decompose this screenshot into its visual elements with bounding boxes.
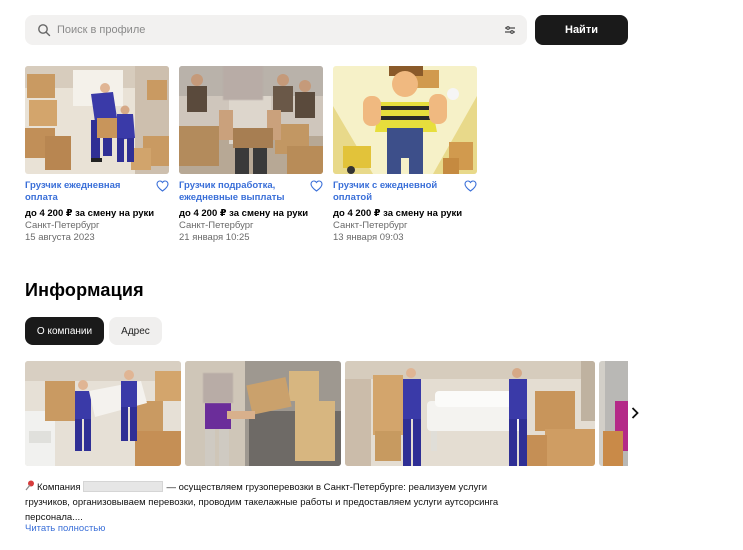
redacted-company-name [83, 481, 164, 492]
listing-image[interactable] [25, 66, 169, 174]
search-icon [38, 24, 51, 37]
gallery-photo[interactable] [599, 361, 628, 466]
profile-search-bar[interactable] [25, 15, 527, 45]
find-button[interactable]: Найти [535, 15, 628, 45]
gallery-photo[interactable] [345, 361, 595, 466]
listing-title[interactable]: Грузчик подработка, ежедневные выплаты [179, 180, 299, 203]
company-photo-gallery [25, 361, 628, 466]
blurred-face [203, 373, 233, 403]
listing-card[interactable]: Грузчик подработка, ежедневные выплаты д… [179, 66, 323, 244]
blurred-face [223, 66, 263, 100]
heart-icon[interactable] [464, 180, 477, 192]
heart-icon[interactable] [156, 180, 169, 192]
tab-about-company[interactable]: О компании [25, 317, 104, 345]
listing-image[interactable] [333, 66, 477, 174]
info-section-title: Информация [25, 280, 144, 300]
listing-cards: Грузчик ежедневная оплата до 4 200 ₽ за … [25, 66, 477, 244]
listing-price: до 4 200 ₽ за смену на руки [333, 208, 463, 219]
listing-title[interactable]: Грузчик ежедневная оплата [25, 180, 145, 203]
chevron-right-icon[interactable] [626, 402, 644, 424]
company-description: Компания — осуществляем грузоперевозки в … [25, 480, 505, 525]
info-tabs: О компании Адрес [25, 317, 162, 345]
listing-city: Санкт-Петербург [179, 220, 254, 231]
listing-price: до 4 200 ₽ за смену на руки [25, 208, 155, 219]
gallery-photo[interactable] [25, 361, 181, 466]
listing-price: до 4 200 ₽ за смену на руки [179, 208, 309, 219]
listing-image[interactable] [179, 66, 323, 174]
listing-card[interactable]: Грузчик ежедневная оплата до 4 200 ₽ за … [25, 66, 169, 244]
listing-date: 21 января 10:25 [179, 232, 250, 243]
read-more-link[interactable]: Читать полностью [25, 523, 105, 534]
tab-address[interactable]: Адрес [109, 317, 162, 345]
gallery-photo[interactable] [185, 361, 341, 466]
listing-card[interactable]: Грузчик с ежедневной оплатой до 4 200 ₽ … [333, 66, 477, 244]
filter-icon[interactable] [503, 23, 517, 37]
listing-title[interactable]: Грузчик с ежедневной оплатой [333, 180, 453, 203]
listing-date: 15 августа 2023 [25, 232, 95, 243]
heart-icon[interactable] [310, 180, 323, 192]
listing-date: 13 января 09:03 [333, 232, 404, 243]
description-prefix: Компания [37, 482, 81, 493]
listing-city: Санкт-Петербург [25, 220, 100, 231]
profile-search-input[interactable] [57, 24, 503, 36]
pushpin-icon [25, 480, 34, 491]
listing-city: Санкт-Петербург [333, 220, 408, 231]
